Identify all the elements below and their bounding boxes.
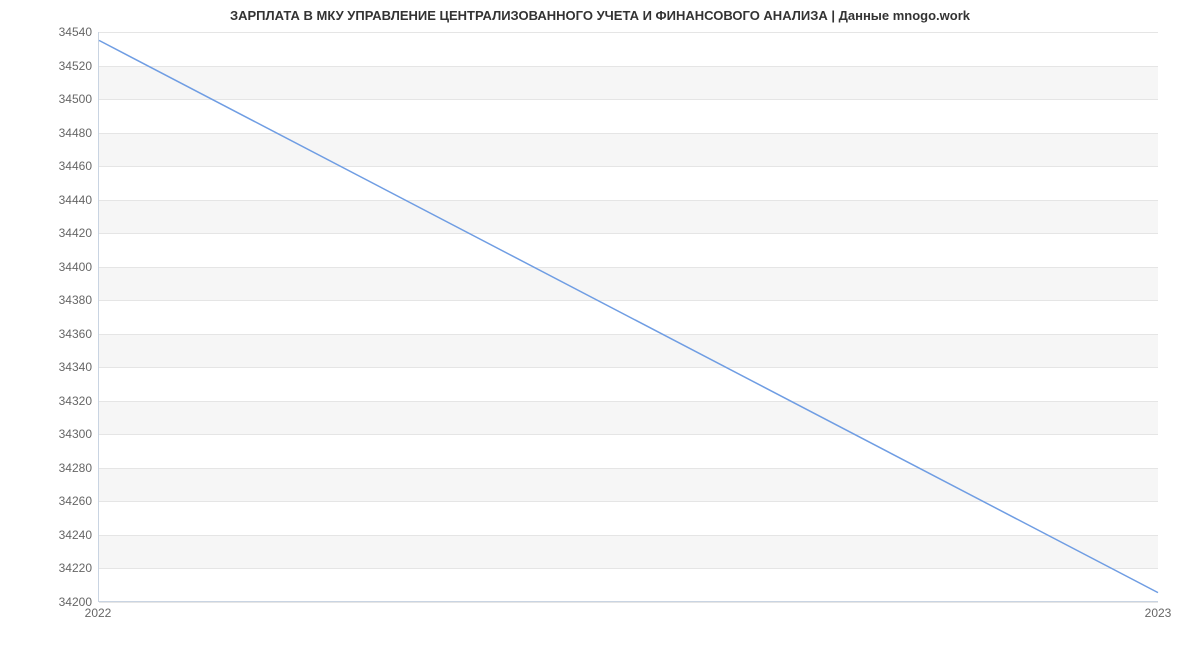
y-tick-label: 34480	[32, 126, 92, 140]
y-tick-label: 34340	[32, 360, 92, 374]
y-tick-label: 34300	[32, 427, 92, 441]
y-tick-label: 34440	[32, 193, 92, 207]
chart-title: ЗАРПЛАТА В МКУ УПРАВЛЕНИЕ ЦЕНТРАЛИЗОВАНН…	[0, 8, 1200, 23]
y-tick-label: 34260	[32, 494, 92, 508]
y-tick-label: 34220	[32, 561, 92, 575]
y-tick-label: 34380	[32, 293, 92, 307]
chart-container: ЗАРПЛАТА В МКУ УПРАВЛЕНИЕ ЦЕНТРАЛИЗОВАНН…	[0, 0, 1200, 650]
x-tick-label: 2022	[85, 606, 112, 620]
plot-area	[98, 32, 1158, 602]
y-tick-label: 34280	[32, 461, 92, 475]
line-series	[99, 32, 1158, 601]
y-tick-label: 34540	[32, 25, 92, 39]
y-tick-label: 34240	[32, 528, 92, 542]
y-tick-label: 34400	[32, 260, 92, 274]
y-tick-label: 34500	[32, 92, 92, 106]
y-tick-label: 34420	[32, 226, 92, 240]
y-tick-label: 34200	[32, 595, 92, 609]
y-tick-label: 34460	[32, 159, 92, 173]
x-tick-label: 2023	[1145, 606, 1172, 620]
y-gridline	[99, 602, 1158, 603]
y-tick-label: 34320	[32, 394, 92, 408]
series-line	[99, 40, 1158, 592]
y-tick-label: 34360	[32, 327, 92, 341]
y-tick-label: 34520	[32, 59, 92, 73]
